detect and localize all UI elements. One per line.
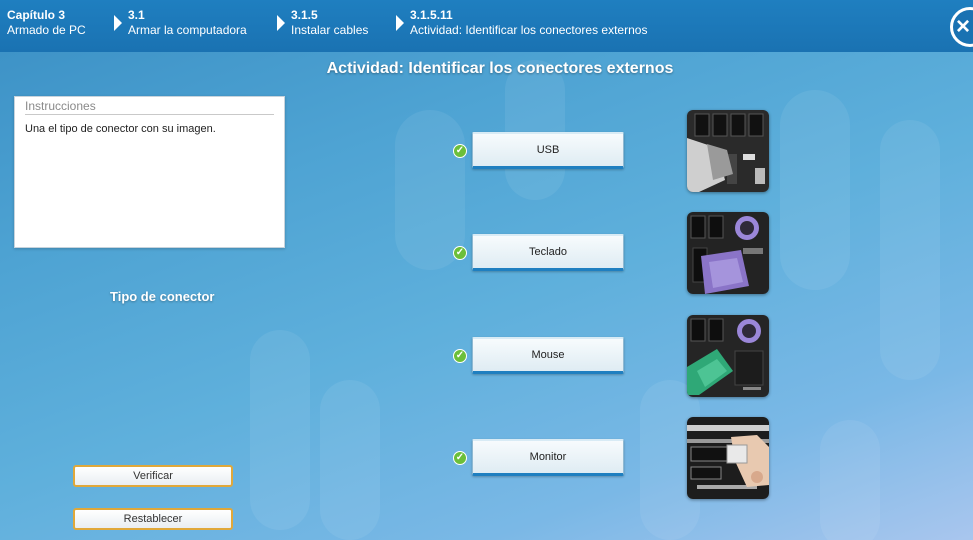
connector-label-usb[interactable]: USB — [472, 132, 624, 169]
vga-monitor-connector-photo[interactable] — [687, 417, 769, 499]
reset-button[interactable]: Restablecer — [73, 508, 233, 530]
breadcrumb-number: Capítulo 3 — [7, 8, 66, 22]
chevron-right-icon — [114, 15, 122, 31]
verify-button[interactable]: Verificar — [73, 465, 233, 487]
chevron-right-icon — [396, 15, 404, 31]
breadcrumb-number: 3.1 — [128, 8, 145, 22]
ps2-keyboard-connector-photo[interactable] — [687, 212, 769, 294]
instructions-text: Una el tipo de conector con su imagen. — [25, 123, 216, 135]
connector-label-mouse[interactable]: Mouse — [472, 337, 624, 374]
breadcrumb-label: Armar la computadora — [128, 23, 247, 37]
instructions-heading: Instrucciones — [25, 99, 274, 115]
breadcrumb-number: 3.1.5 — [291, 8, 318, 22]
connector-type-label: Tipo de conector — [110, 289, 215, 304]
breadcrumb-item-subsection[interactable]: 3.1.5 Instalar cables — [291, 8, 368, 38]
connector-label-keyboard[interactable]: Teclado — [472, 234, 624, 271]
breadcrumb-item-chapter[interactable]: Capítulo 3 Armado de PC — [7, 8, 86, 38]
chevron-right-icon — [277, 15, 285, 31]
breadcrumb-label: Armado de PC — [7, 23, 86, 37]
breadcrumb-item-activity[interactable]: 3.1.5.11 Actividad: Identificar los cone… — [410, 8, 647, 38]
usb-connector-photo[interactable] — [687, 110, 769, 192]
breadcrumb-number: 3.1.5.11 — [410, 8, 453, 22]
check-icon: ✓ — [453, 451, 467, 465]
instructions-panel: Instrucciones Una el tipo de conector co… — [14, 96, 285, 248]
check-icon: ✓ — [453, 349, 467, 363]
check-icon: ✓ — [453, 246, 467, 260]
breadcrumb: Capítulo 3 Armado de PC 3.1 Armar la com… — [0, 0, 973, 52]
breadcrumb-item-section[interactable]: 3.1 Armar la computadora — [128, 8, 247, 38]
ps2-mouse-connector-photo[interactable] — [687, 315, 769, 397]
close-icon: × — [955, 13, 970, 40]
breadcrumb-label: Instalar cables — [291, 23, 369, 37]
page-title: Actividad: Identificar los conectores ex… — [326, 60, 674, 77]
connector-label-monitor[interactable]: Monitor — [472, 439, 624, 476]
check-icon: ✓ — [453, 144, 467, 158]
breadcrumb-label: Actividad: Identificar los conectores ex… — [410, 23, 648, 37]
